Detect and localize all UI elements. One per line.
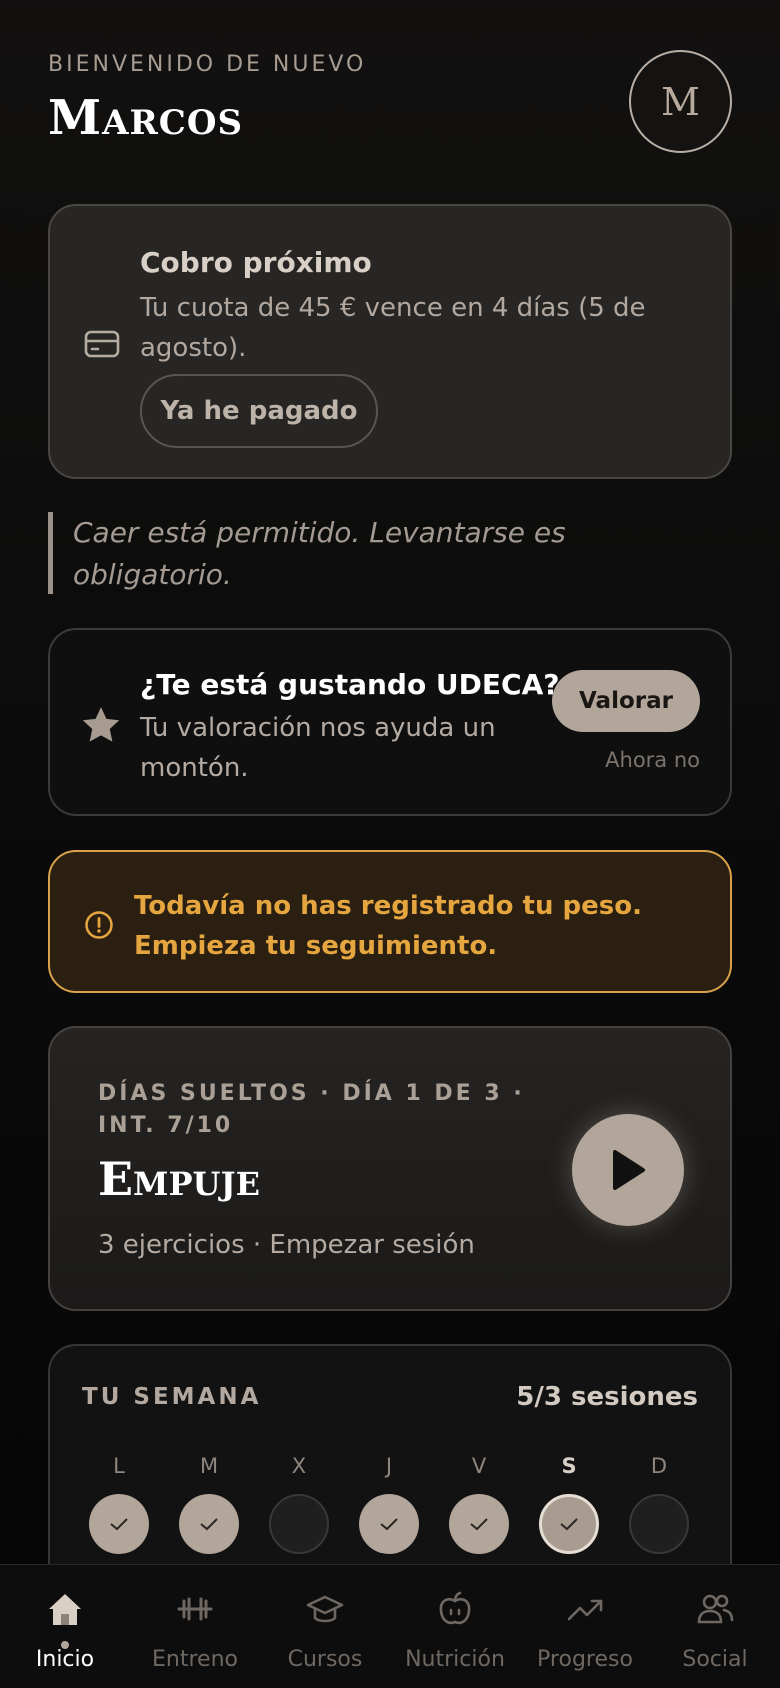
already-paid-button[interactable]: Ya he pagado bbox=[140, 374, 378, 448]
rating-title: ¿Te está gustando UDECA? bbox=[140, 668, 560, 701]
check-icon bbox=[470, 1518, 488, 1531]
nav-label: Inicio bbox=[35, 1647, 95, 1672]
billing-card: Cobro próximo Tu cuota de 45 € vence en … bbox=[48, 204, 732, 479]
home-screen: BIENVENIDO DE NUEVO Marcos M Cobro próxi… bbox=[0, 0, 780, 1688]
day-status-dot bbox=[359, 1494, 419, 1554]
day-status-dot bbox=[629, 1494, 689, 1554]
session-card[interactable]: DÍAS SUELTOS · DÍA 1 DE 3 · INT. 7/10 Em… bbox=[48, 1026, 732, 1311]
credit-card-icon bbox=[84, 330, 120, 358]
nav-label: Cursos bbox=[287, 1647, 363, 1672]
nav-item-nutricion[interactable]: Nutrición bbox=[390, 1565, 520, 1688]
billing-title: Cobro próximo bbox=[140, 246, 372, 279]
play-icon bbox=[613, 1150, 645, 1190]
nav-item-social[interactable]: Social bbox=[650, 1565, 780, 1688]
graduation-cap-icon bbox=[306, 1595, 344, 1623]
day-item[interactable]: S bbox=[538, 1454, 600, 1554]
day-item[interactable]: M bbox=[178, 1454, 240, 1554]
star-icon bbox=[82, 707, 120, 742]
check-icon bbox=[110, 1518, 128, 1531]
nav-label: Progreso bbox=[537, 1647, 633, 1672]
day-status-dot bbox=[179, 1494, 239, 1554]
trending-up-icon bbox=[567, 1599, 603, 1621]
day-letter: V bbox=[471, 1454, 487, 1478]
day-letter: S bbox=[561, 1454, 577, 1478]
home-icon bbox=[49, 1594, 81, 1625]
alert-circle-icon bbox=[85, 911, 113, 939]
check-icon bbox=[560, 1518, 578, 1531]
session-meta: DÍAS SUELTOS · DÍA 1 DE 3 · INT. 7/10 bbox=[98, 1081, 525, 1138]
weight-warning-card[interactable]: Todavía no has registrado tu peso. Empie… bbox=[48, 850, 732, 993]
day-letter: L bbox=[113, 1454, 125, 1478]
check-icon bbox=[200, 1518, 218, 1531]
day-status-dot bbox=[539, 1494, 599, 1554]
nav-label: Entreno bbox=[152, 1647, 238, 1672]
rating-text: Tu valoración nos ayuda un montón. bbox=[140, 713, 496, 783]
dumbbell-icon bbox=[177, 1597, 213, 1621]
nav-label: Nutrición bbox=[405, 1647, 505, 1672]
day-status-dot bbox=[89, 1494, 149, 1554]
day-status-dot bbox=[449, 1494, 509, 1554]
day-letter: D bbox=[650, 1454, 668, 1478]
nav-item-inicio[interactable]: Inicio bbox=[0, 1565, 130, 1688]
weight-warning-text: Todavía no has registrado tu peso. Empie… bbox=[134, 891, 642, 961]
user-name: Marcos bbox=[48, 90, 243, 146]
day-item[interactable]: X bbox=[268, 1454, 330, 1554]
avatar[interactable]: M bbox=[629, 50, 732, 153]
billing-text: Tu cuota de 45 € vence en 4 días (5 de a… bbox=[140, 293, 646, 363]
session-subtitle: 3 ejercicios · Empezar sesión bbox=[98, 1230, 475, 1260]
day-letter: J bbox=[385, 1454, 393, 1478]
week-title: TU SEMANA bbox=[82, 1384, 262, 1410]
not-now-link[interactable]: Ahora no bbox=[552, 748, 700, 772]
day-letter: M bbox=[199, 1454, 219, 1478]
session-name: Empuje bbox=[98, 1152, 260, 1206]
day-item[interactable]: J bbox=[358, 1454, 420, 1554]
day-letter: X bbox=[291, 1454, 307, 1478]
day-item[interactable]: D bbox=[628, 1454, 690, 1554]
users-icon bbox=[697, 1594, 734, 1624]
nav-item-progreso[interactable]: Progreso bbox=[520, 1565, 650, 1688]
day-item[interactable]: V bbox=[448, 1454, 510, 1554]
nav-item-entreno[interactable]: Entreno bbox=[130, 1565, 260, 1688]
day-item[interactable]: L bbox=[88, 1454, 150, 1554]
bottom-nav: Inicio Entreno Cursos Nutrición Progreso… bbox=[0, 1564, 780, 1688]
nav-item-cursos[interactable]: Cursos bbox=[260, 1565, 390, 1688]
nav-label: Social bbox=[682, 1647, 748, 1672]
day-status-dot bbox=[269, 1494, 329, 1554]
apple-icon bbox=[439, 1591, 471, 1625]
avatar-initial: M bbox=[661, 79, 700, 124]
week-session-count: 5/3 sesiones bbox=[516, 1382, 698, 1412]
check-icon bbox=[380, 1518, 398, 1531]
start-session-button[interactable] bbox=[572, 1114, 684, 1226]
welcome-label: BIENVENIDO DE NUEVO bbox=[48, 52, 367, 77]
motivational-quote: Caer está permitido. Levantarse es oblig… bbox=[48, 512, 732, 594]
rating-card: ¿Te está gustando UDECA? Tu valoración n… bbox=[48, 628, 732, 816]
rate-button[interactable]: Valorar bbox=[552, 670, 700, 732]
